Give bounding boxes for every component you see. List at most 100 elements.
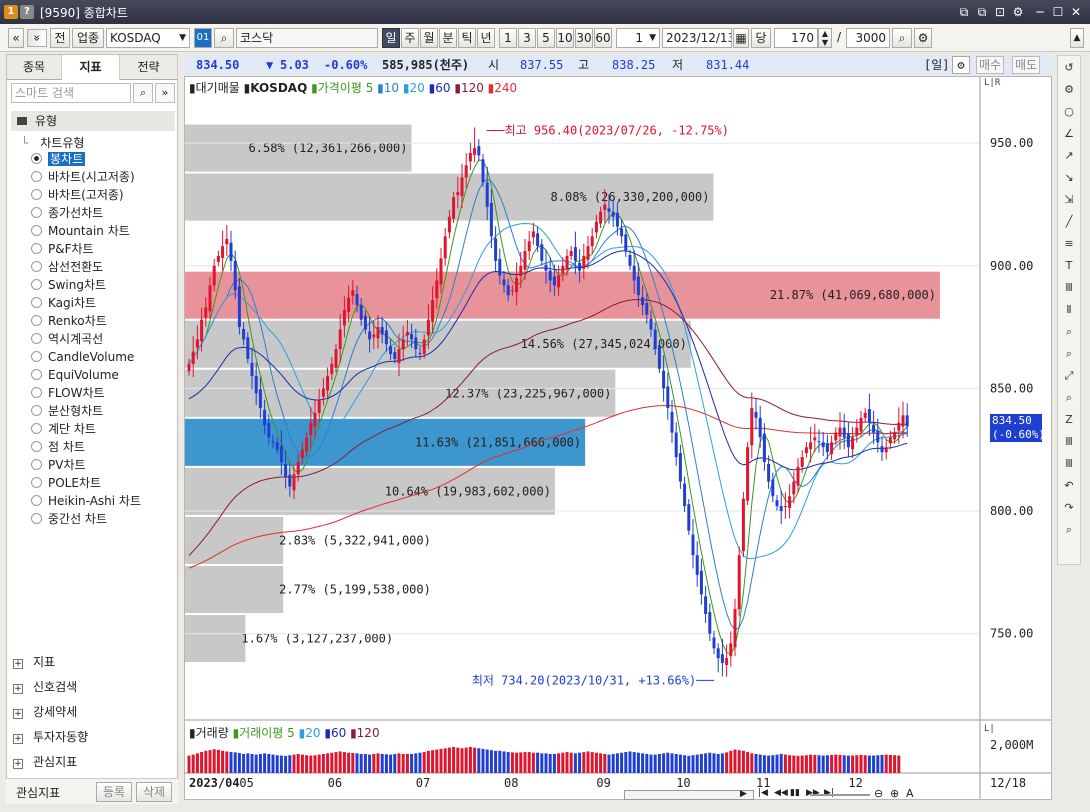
- sell-button[interactable]: 매도: [1012, 56, 1041, 74]
- candle-body[interactable]: [872, 424, 876, 433]
- period-day-button[interactable]: 일: [382, 28, 400, 48]
- candle-body[interactable]: [435, 280, 439, 299]
- candle-body[interactable]: [636, 276, 640, 296]
- candle-body[interactable]: [321, 388, 325, 397]
- candle-body[interactable]: [540, 244, 544, 261]
- candle-body[interactable]: [464, 165, 468, 178]
- interval-5-button[interactable]: 5: [537, 28, 555, 48]
- candle-body[interactable]: [582, 255, 586, 269]
- candle-body[interactable]: [242, 329, 246, 340]
- candle-body[interactable]: [863, 412, 867, 418]
- candle-body[interactable]: [498, 258, 502, 276]
- candle-body[interactable]: [531, 231, 535, 238]
- candle-body[interactable]: [334, 349, 338, 368]
- chart-type-option[interactable]: CandleVolume: [31, 348, 134, 366]
- pause-icon[interactable]: ▮▮: [790, 788, 800, 798]
- candle-body[interactable]: [204, 307, 208, 318]
- count-input[interactable]: 170: [774, 28, 818, 48]
- interval-1-button[interactable]: 1: [499, 28, 517, 48]
- scroll-right-icon[interactable]: ▶: [740, 789, 747, 799]
- tab-stock[interactable]: 종목: [7, 55, 62, 80]
- candle-body[interactable]: [212, 265, 216, 286]
- search-tool-icon[interactable]: ⌕: [1061, 522, 1077, 538]
- chart-type-option[interactable]: 삼선전환도: [31, 258, 103, 276]
- candle-body[interactable]: [338, 329, 342, 350]
- candle-body[interactable]: [460, 177, 464, 197]
- candle-body[interactable]: [426, 319, 430, 336]
- candle-body[interactable]: [607, 208, 611, 212]
- candle-body[interactable]: [851, 437, 855, 450]
- candle-body[interactable]: [258, 389, 262, 408]
- candle-body[interactable]: [263, 409, 267, 426]
- candle-body[interactable]: [481, 159, 485, 183]
- candle-body[interactable]: [208, 285, 212, 312]
- candle-body[interactable]: [653, 329, 657, 350]
- candle-body[interactable]: [859, 417, 863, 432]
- date-tag-button[interactable]: 당: [751, 28, 771, 48]
- candle-body[interactable]: [569, 251, 573, 256]
- period-year-button[interactable]: 년: [477, 28, 495, 48]
- radio-icon[interactable]: [31, 153, 42, 164]
- zoom-out-icon[interactable]: ⊖: [874, 787, 883, 800]
- radio-icon[interactable]: [31, 297, 42, 308]
- arrow-down-tool-icon[interactable]: ↘: [1061, 170, 1077, 186]
- chart-settings-icon[interactable]: ⚙: [914, 28, 932, 48]
- candle-body[interactable]: [221, 246, 225, 258]
- period-week-button[interactable]: 주: [401, 28, 419, 48]
- nav-prev-button[interactable]: «: [8, 28, 24, 48]
- expand-tool-icon[interactable]: ⤢: [1061, 368, 1077, 384]
- candle-body[interactable]: [737, 555, 741, 610]
- horizontal-scrollbar[interactable]: [624, 790, 754, 800]
- candle-body[interactable]: [620, 228, 624, 237]
- radio-icon[interactable]: [31, 189, 42, 200]
- candle-body[interactable]: [389, 346, 393, 355]
- zigzag-icon[interactable]: Z: [1061, 412, 1077, 428]
- candle-body[interactable]: [485, 182, 489, 207]
- redo-icon[interactable]: ↷: [1061, 500, 1077, 516]
- candle-body[interactable]: [586, 246, 590, 260]
- candle-body[interactable]: [888, 437, 892, 444]
- chart-type-option[interactable]: FLOW차트: [31, 384, 105, 402]
- candle-body[interactable]: [880, 446, 884, 453]
- next-page-icon[interactable]: ▶▶: [806, 788, 820, 798]
- candle-body[interactable]: [275, 442, 279, 450]
- radio-icon[interactable]: [31, 261, 42, 272]
- candle-body[interactable]: [342, 309, 346, 326]
- chart-type-option[interactable]: Kagi차트: [31, 294, 96, 312]
- radio-icon[interactable]: [31, 369, 42, 380]
- candle-body[interactable]: [380, 327, 384, 335]
- candle-body[interactable]: [893, 432, 897, 440]
- candle-body[interactable]: [351, 290, 355, 296]
- trendline-tool-icon[interactable]: ╱: [1061, 214, 1077, 230]
- candle-body[interactable]: [300, 449, 304, 459]
- candle-body[interactable]: [200, 319, 204, 342]
- radio-icon[interactable]: [31, 477, 42, 488]
- candle-body[interactable]: [834, 432, 838, 441]
- interval-60-button[interactable]: 60: [594, 28, 612, 48]
- radio-icon[interactable]: [31, 243, 42, 254]
- candle-body[interactable]: [746, 447, 750, 501]
- category-header[interactable]: 유형: [11, 111, 175, 131]
- candle-body[interactable]: [527, 241, 531, 252]
- candle-body[interactable]: [733, 609, 737, 648]
- find-icon[interactable]: ⌕: [1061, 390, 1077, 406]
- candle-body[interactable]: [414, 337, 418, 350]
- candle-body[interactable]: [674, 432, 678, 458]
- vertical-lines-icon[interactable]: Ⅲ: [1061, 456, 1077, 472]
- interval-10-button[interactable]: 10: [556, 28, 574, 48]
- chart-type-option[interactable]: 중간선 차트: [31, 510, 107, 528]
- candle-body[interactable]: [225, 238, 229, 245]
- interval-input[interactable]: 1 ▼: [616, 28, 660, 48]
- candle-body[interactable]: [397, 349, 401, 363]
- candle-body[interactable]: [489, 202, 493, 237]
- tab-strategy[interactable]: 전략: [120, 55, 178, 80]
- candle-body[interactable]: [216, 255, 220, 262]
- candle-body[interactable]: [305, 437, 309, 452]
- radio-icon[interactable]: [31, 171, 42, 182]
- candle-body[interactable]: [771, 479, 775, 497]
- candle-body[interactable]: [565, 255, 569, 270]
- nav-menu-button[interactable]: »: [27, 29, 47, 47]
- chart-type-option[interactable]: 종가선차트: [31, 204, 103, 222]
- candle-body[interactable]: [708, 612, 712, 634]
- candle-body[interactable]: [901, 415, 905, 427]
